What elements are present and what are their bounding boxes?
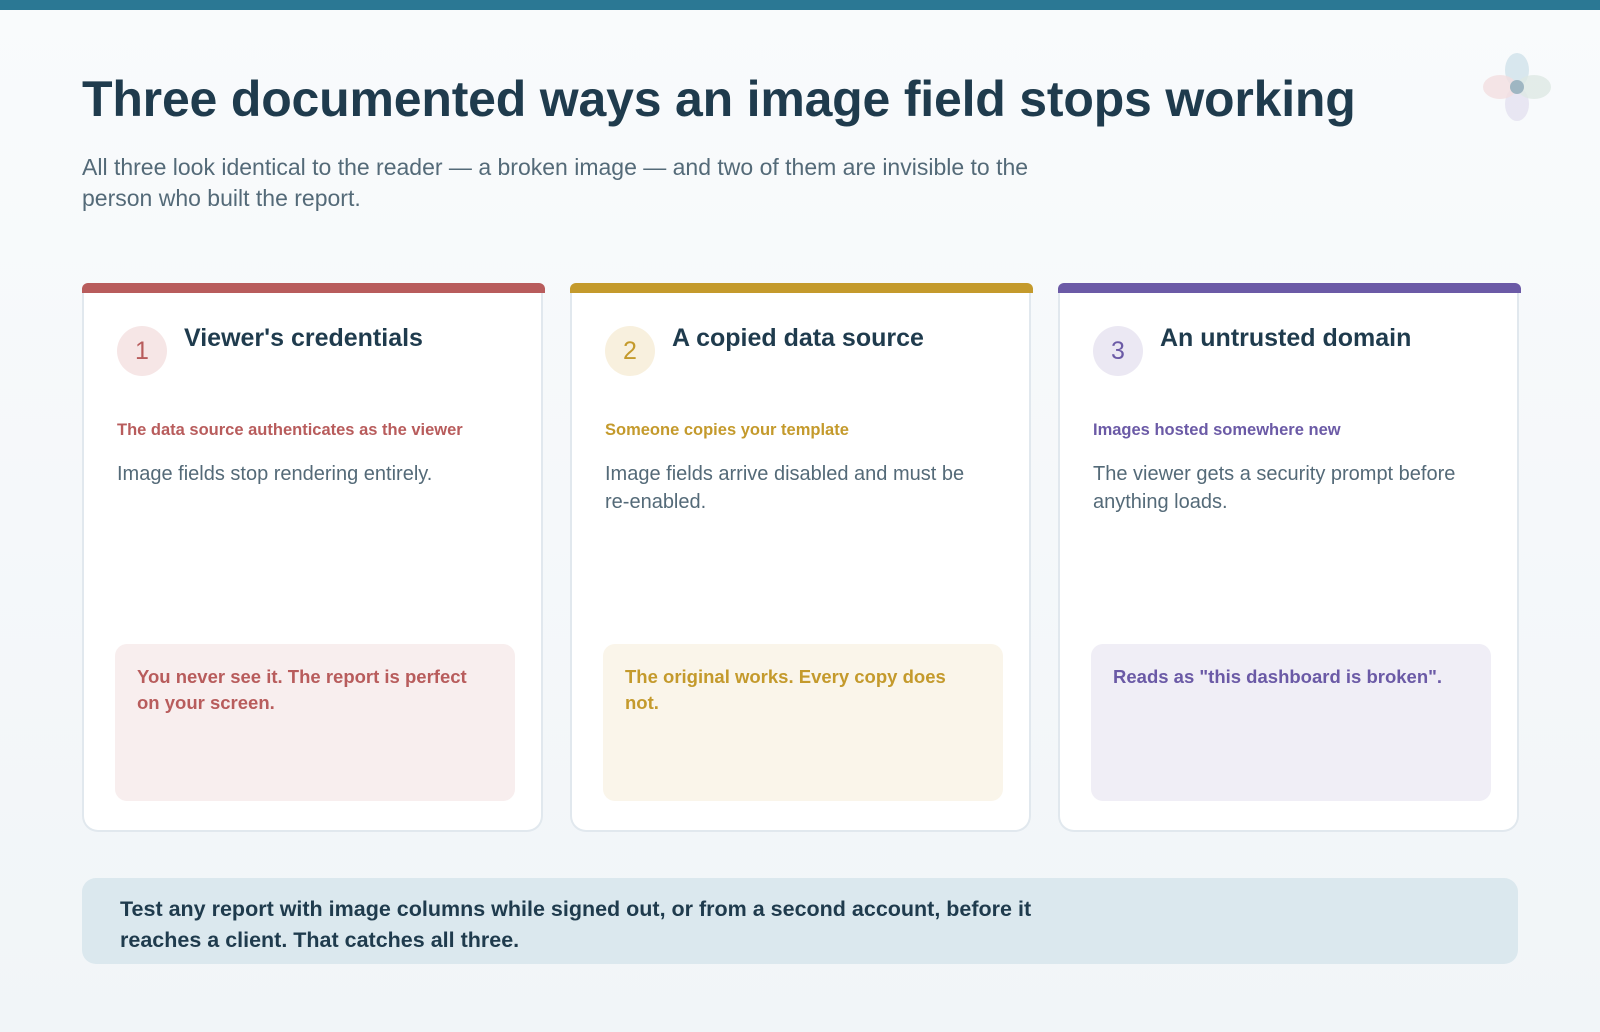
card-subtitle: Images hosted somewhere new <box>1093 421 1341 439</box>
card-accent-bar <box>82 283 545 293</box>
card-note: You never see it. The report is perfect … <box>115 644 515 801</box>
card-accent-bar <box>570 283 1033 293</box>
card-note: Reads as "this dashboard is broken". <box>1091 644 1491 801</box>
card-number-badge: 2 <box>605 326 655 376</box>
card-title: Viewer's credentials <box>184 324 423 352</box>
card-subtitle: Someone copies your template <box>605 421 849 439</box>
flower-logo-icon <box>1483 53 1551 121</box>
card-copied-data-source: 2 A copied data source Someone copies yo… <box>570 283 1033 832</box>
footer-text: Test any report with image columns while… <box>120 897 1032 952</box>
card-title: A copied data source <box>672 324 924 352</box>
card-note: The original works. Every copy does not. <box>603 644 1003 801</box>
page-title: Three documented ways an image field sto… <box>82 71 1356 127</box>
card-number-badge: 1 <box>117 326 167 376</box>
card-untrusted-domain: 3 An untrusted domain Images hosted some… <box>1058 283 1521 832</box>
footer-callout: Test any report with image columns while… <box>82 878 1518 964</box>
card-body: The viewer gets a security prompt before… <box>1093 463 1456 513</box>
card-title: An untrusted domain <box>1160 324 1412 352</box>
card-accent-bar <box>1058 283 1521 293</box>
card-body: Image fields arrive disabled and must be… <box>605 463 965 513</box>
card-body: Image fields stop rendering entirely. <box>117 463 433 485</box>
card-subtitle: The data source authenticates as the vie… <box>117 421 463 439</box>
top-accent-bar <box>0 0 1600 10</box>
page-subtitle: All three look identical to the reader —… <box>82 154 1029 211</box>
card-number-badge: 3 <box>1093 326 1143 376</box>
card-viewer-credentials: 1 Viewer's credentials The data source a… <box>82 283 545 832</box>
